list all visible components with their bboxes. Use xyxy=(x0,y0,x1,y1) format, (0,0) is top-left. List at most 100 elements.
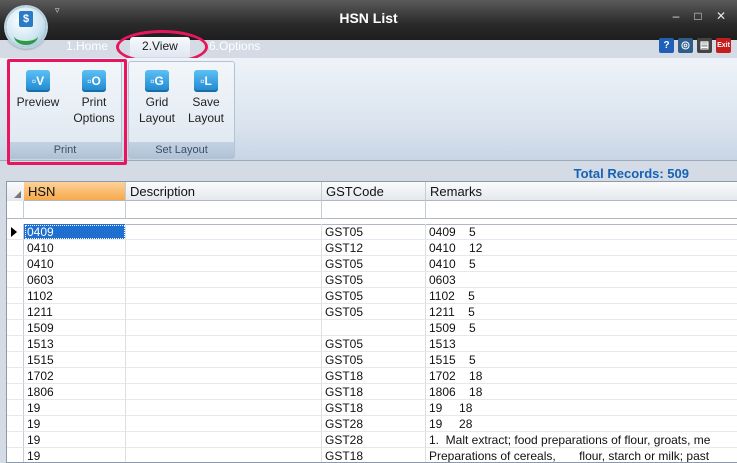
cell-description[interactable] xyxy=(126,304,322,320)
table-row[interactable]: 1211 GST05 1211 5 xyxy=(7,304,737,320)
cell-remarks[interactable]: 1806 18 xyxy=(426,384,737,400)
cell-description[interactable] xyxy=(126,272,322,288)
cell-description[interactable] xyxy=(126,352,322,368)
cell-gstcode[interactable]: GST05 xyxy=(322,336,426,352)
cell-hsn[interactable]: 0410 xyxy=(24,256,126,272)
cell-gstcode[interactable]: GST12 xyxy=(322,240,426,256)
cell-gstcode[interactable]: GST18 xyxy=(322,384,426,400)
table-row[interactable]: 0410 GST12 0410 12 xyxy=(7,240,737,256)
close-button[interactable]: ✕ xyxy=(713,9,729,23)
cell-gstcode[interactable]: GST05 xyxy=(322,256,426,272)
row-selector[interactable] xyxy=(7,336,24,352)
cell-description[interactable] xyxy=(126,432,322,448)
table-row[interactable]: 0603 GST05 0603 xyxy=(7,272,737,288)
table-row[interactable]: 0409 GST05 0409 5 xyxy=(7,224,737,240)
cell-description[interactable] xyxy=(126,224,322,240)
tab-home[interactable]: 1.Home xyxy=(66,39,108,53)
cell-description[interactable] xyxy=(126,384,322,400)
table-row[interactable]: 1513 GST05 1513 xyxy=(7,336,737,352)
cell-hsn[interactable]: 0409 xyxy=(24,224,126,240)
cell-description[interactable] xyxy=(126,256,322,272)
cell-description[interactable] xyxy=(126,336,322,352)
table-row[interactable]: 19 GST28 19 28 xyxy=(7,416,737,432)
cell-gstcode[interactable]: GST05 xyxy=(322,272,426,288)
cell-remarks[interactable]: 1211 5 xyxy=(426,304,737,320)
row-selector[interactable] xyxy=(7,352,24,368)
cell-hsn[interactable]: 19 xyxy=(24,432,126,448)
cell-remarks[interactable]: 1. Malt extract; food preparations of fl… xyxy=(426,432,737,448)
cell-remarks[interactable]: 1702 18 xyxy=(426,368,737,384)
cell-description[interactable] xyxy=(126,288,322,304)
cell-hsn[interactable]: 1702 xyxy=(24,368,126,384)
table-row[interactable]: 0410 GST05 0410 5 xyxy=(7,256,737,272)
minimize-button[interactable]: – xyxy=(668,9,684,23)
row-selector[interactable] xyxy=(7,304,24,320)
cell-hsn[interactable]: 19 xyxy=(24,416,126,432)
filter-hsn[interactable] xyxy=(24,201,126,219)
row-selector[interactable] xyxy=(7,240,24,256)
row-selector[interactable] xyxy=(7,288,24,304)
column-header-remarks[interactable]: Remarks xyxy=(426,182,737,201)
table-row[interactable]: 1515 GST05 1515 5 xyxy=(7,352,737,368)
cell-gstcode[interactable]: GST05 xyxy=(322,288,426,304)
cell-hsn[interactable]: 1509 xyxy=(24,320,126,336)
row-selector[interactable] xyxy=(7,432,24,448)
cell-remarks[interactable]: 0409 5 xyxy=(426,224,737,240)
cell-description[interactable] xyxy=(126,368,322,384)
table-row[interactable]: 19 GST28 1. Malt extract; food preparation… xyxy=(7,432,737,448)
filter-description[interactable] xyxy=(126,201,322,219)
row-selector[interactable] xyxy=(7,224,24,240)
column-header-description[interactable]: Description xyxy=(126,182,322,201)
row-selector[interactable] xyxy=(7,384,24,400)
cell-description[interactable] xyxy=(126,320,322,336)
cell-hsn[interactable]: 0410 xyxy=(24,240,126,256)
cell-gstcode[interactable]: GST05 xyxy=(322,304,426,320)
row-selector[interactable] xyxy=(7,320,24,336)
row-selector[interactable] xyxy=(7,368,24,384)
cell-hsn[interactable]: 19 xyxy=(24,400,126,416)
cell-hsn[interactable]: 0603 xyxy=(24,272,126,288)
row-selector[interactable] xyxy=(7,416,24,432)
column-header-hsn[interactable]: HSN xyxy=(24,182,126,201)
help-icon[interactable]: ? xyxy=(659,38,674,53)
cell-gstcode[interactable] xyxy=(322,320,426,336)
table-row[interactable]: 1102 GST05 1102 5 xyxy=(7,288,737,304)
cell-hsn[interactable]: 1211 xyxy=(24,304,126,320)
cell-description[interactable] xyxy=(126,400,322,416)
cell-remarks[interactable]: 1102 5 xyxy=(426,288,737,304)
grid-layout-button[interactable]: ▫G Grid Layout xyxy=(133,70,181,126)
cell-remarks[interactable]: 0410 12 xyxy=(426,240,737,256)
cell-remarks[interactable]: 1509 5 xyxy=(426,320,737,336)
cell-hsn[interactable]: 1515 xyxy=(24,352,126,368)
cell-remarks[interactable]: 19 18 xyxy=(426,400,737,416)
cell-gstcode[interactable]: GST18 xyxy=(322,368,426,384)
cell-remarks[interactable]: 19 28 xyxy=(426,416,737,432)
cell-remarks[interactable]: 1515 5 xyxy=(426,352,737,368)
cell-hsn[interactable]: 1513 xyxy=(24,336,126,352)
exit-icon[interactable]: Exit xyxy=(716,38,731,53)
filter-gstcode[interactable] xyxy=(322,201,426,219)
cell-gstcode[interactable]: GST28 xyxy=(322,432,426,448)
table-row[interactable]: 1702 GST18 1702 18 xyxy=(7,368,737,384)
tab-options[interactable]: 6.Options xyxy=(209,39,260,53)
maximize-button[interactable]: □ xyxy=(690,9,706,23)
cell-hsn[interactable]: 1102 xyxy=(24,288,126,304)
row-selector[interactable] xyxy=(7,272,24,288)
row-selector[interactable] xyxy=(7,400,24,416)
cell-remarks[interactable]: 0410 5 xyxy=(426,256,737,272)
cell-description[interactable] xyxy=(126,416,322,432)
document-icon[interactable]: ▤ xyxy=(697,38,712,53)
filter-remarks[interactable] xyxy=(426,201,737,219)
app-logo-icon[interactable]: $ xyxy=(6,7,46,47)
cell-gstcode[interactable]: GST28 xyxy=(322,416,426,432)
cell-description[interactable] xyxy=(126,240,322,256)
table-row[interactable]: 19 GST18 19 18 xyxy=(7,400,737,416)
grid-corner[interactable] xyxy=(7,182,25,202)
column-header-gstcode[interactable]: GSTCode xyxy=(322,182,426,201)
table-row[interactable]: 1509 1509 5 xyxy=(7,320,737,336)
cell-gstcode[interactable]: GST18 xyxy=(322,400,426,416)
cell-gstcode[interactable]: GST05 xyxy=(322,352,426,368)
row-selector[interactable] xyxy=(7,256,24,272)
cell-remarks[interactable]: 0603 xyxy=(426,272,737,288)
cell-hsn[interactable]: 1806 xyxy=(24,384,126,400)
